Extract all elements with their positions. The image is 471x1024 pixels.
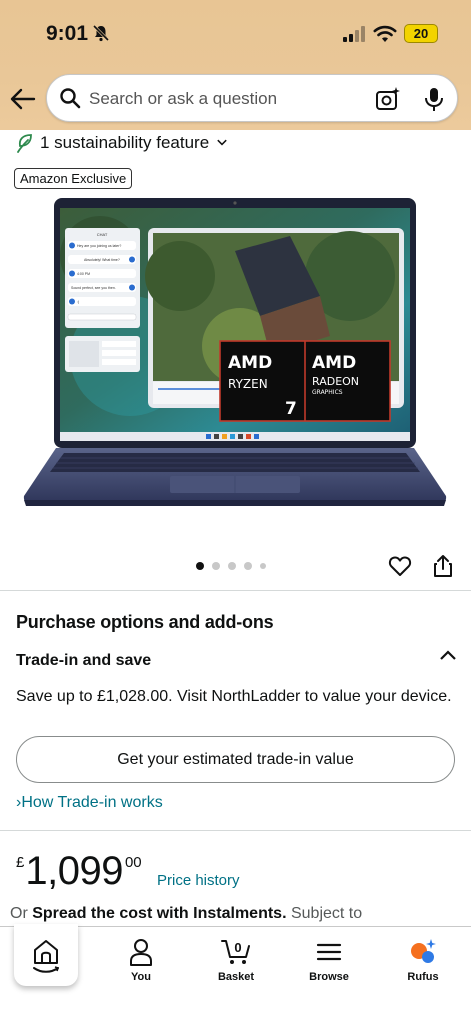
nav-label: Browse (309, 971, 349, 983)
search-bar[interactable]: Search or ask a question (46, 74, 458, 122)
chat-message: :) (77, 300, 79, 304)
how-trade-in-works-link[interactable]: ›How Trade-in works (16, 794, 163, 812)
instal-bold[interactable]: Spread the cost with Instalments. (32, 905, 286, 922)
search-placeholder[interactable]: Search or ask a question (89, 89, 277, 109)
price: £ 1,099 00 (16, 848, 142, 894)
graphics-text: GRAPHICS (312, 389, 343, 396)
home-icon (34, 940, 58, 964)
radeon-text: RADEON (312, 375, 359, 388)
search-icon (60, 88, 81, 109)
sustainability-label: 1 sustainability feature (40, 133, 210, 152)
basket-count: 0 (234, 940, 241, 955)
chevron-down-icon (217, 139, 227, 146)
carousel-dot[interactable] (196, 562, 204, 570)
nav-basket[interactable]: 0 Basket (196, 937, 276, 983)
microphone-icon[interactable] (423, 86, 445, 112)
instal-suffix: Subject to (290, 905, 363, 922)
amazon-exclusive-badge: Amazon Exclusive (14, 168, 133, 189)
share-icon[interactable] (432, 554, 454, 578)
chat-message: Sound perfect, see you then. (71, 286, 116, 290)
leaf-icon (17, 134, 32, 153)
status-time: 9:01 (46, 22, 89, 45)
carousel-dot[interactable] (212, 562, 220, 570)
sustainability-toggle[interactable]: 1 sustainability feature (16, 133, 229, 153)
nav-label: Basket (217, 971, 255, 983)
carousel-dot[interactable] (260, 563, 266, 569)
chat-message: Hey are you joining us later? (77, 244, 121, 248)
carousel-dot[interactable] (244, 562, 252, 570)
rufus-icon (411, 939, 436, 963)
instal-prefix: Or (10, 905, 28, 922)
nav-rufus[interactable]: Rufus (383, 937, 463, 983)
chevron-up-icon[interactable] (438, 648, 458, 662)
how-trade-in-label[interactable]: How Trade-in works (21, 794, 162, 811)
status-bar: 9:01 20 (0, 0, 471, 68)
purchase-options-heading: Purchase options and add-ons (16, 612, 274, 632)
ryzen-text: RYZEN (228, 377, 268, 391)
price-currency: £ (16, 854, 25, 871)
carousel-dots[interactable] (196, 562, 266, 570)
camera-search-icon[interactable] (375, 86, 401, 112)
person-icon (130, 939, 152, 966)
nav-home[interactable] (6, 937, 86, 979)
basket-icon: 0 (221, 940, 250, 964)
wifi-icon (373, 25, 397, 42)
trade-in-description: Save up to £1,028.00. Visit NorthLadder … (16, 688, 452, 705)
nav-label: Rufus (407, 971, 439, 983)
back-arrow-icon[interactable] (10, 86, 36, 112)
app-header: 9:01 20 Search or ask a question (0, 0, 471, 130)
product-image[interactable]: CHAT Hey are you joining us later? Absol… (20, 196, 450, 516)
carousel-dot[interactable] (228, 562, 236, 570)
price-fraction: 00 (124, 854, 142, 871)
price-history-link[interactable]: Price history (157, 872, 240, 889)
bottom-nav: You 0 Basket Browse Rufus (0, 924, 471, 1024)
silent-bell-icon (92, 24, 110, 42)
menu-icon (316, 943, 342, 961)
signal-icon (343, 26, 365, 42)
nav-browse[interactable]: Browse (289, 937, 369, 983)
smile-icon (33, 966, 60, 973)
nav-label: You (131, 971, 151, 983)
divider (0, 590, 471, 591)
ryzen-number: 7 (285, 399, 297, 419)
heart-icon[interactable] (388, 555, 412, 577)
chat-title: CHAT (97, 232, 108, 237)
instalments-text: Or Spread the cost with Instalments. Sub… (10, 905, 362, 923)
amd-logo-text: AMD (312, 353, 356, 373)
battery-indicator: 20 (404, 24, 438, 43)
trade-in-value-button[interactable]: Get your estimated trade-in value (16, 736, 455, 783)
chat-message: 4:00 PM (77, 272, 90, 276)
nav-you[interactable]: You (101, 937, 181, 983)
divider (0, 830, 471, 831)
amd-logo-text: AMD (228, 353, 272, 373)
chat-message: Absolutely! What time? (84, 258, 120, 262)
trade-in-heading[interactable]: Trade-in and save (16, 652, 151, 670)
price-whole: 1,099 (25, 849, 123, 893)
